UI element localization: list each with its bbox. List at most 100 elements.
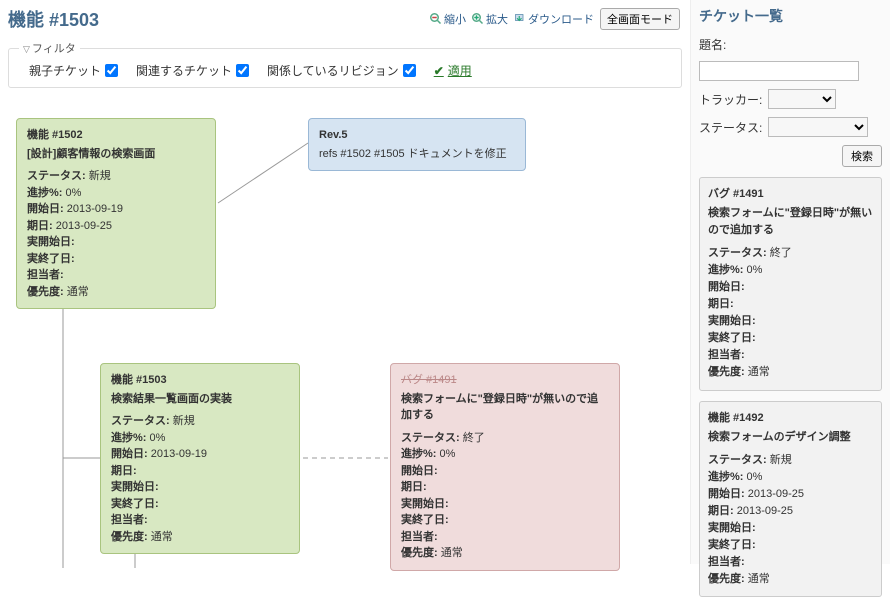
lbl-progress: 進捗%: [111, 432, 146, 444]
lbl-start: 開始日: [401, 465, 438, 477]
filter-fieldset: ▽フィルタ 親子チケット 関連するチケット 関係しているリビジョン ✔ 適用 [8, 40, 682, 88]
node-subject: 検索結果一覧画面の実装 [111, 391, 289, 408]
node-head: 機能 #1502 [27, 127, 205, 144]
filter-revisions-label: 関係しているリビジョン [267, 62, 399, 79]
status-select[interactable] [768, 117, 868, 137]
apply-label: 適用 [448, 62, 472, 79]
download-label: ダウンロード [528, 11, 594, 27]
lbl-assignee: 担当者: [401, 531, 438, 543]
graph-canvas[interactable]: 機能 #1502 [設計]顧客情報の検索画面 ステータス: 新規 進捗%: 0%… [8, 88, 682, 568]
lbl-due: 期日: [401, 481, 427, 493]
filter-tracker: トラッカー: [699, 89, 882, 109]
lbl-aend: 実終了日: [708, 332, 756, 344]
val-start: 2013-09-19 [67, 203, 123, 215]
sidebar-heading: チケット一覧 [699, 6, 882, 26]
lbl-assignee: 担当者: [111, 514, 148, 526]
ticket-node-1491[interactable]: バグ #1491 検索フォームに"登録日時"が無いので追加する ステータス: 終… [390, 363, 620, 571]
filter-revisions[interactable]: 関係しているリビジョン [267, 62, 416, 79]
zoom-out-link[interactable]: 縮小 [430, 11, 466, 27]
filter-legend[interactable]: ▽フィルタ [19, 40, 80, 56]
node-head: 機能 #1503 [111, 372, 289, 389]
collapse-icon: ▽ [23, 44, 30, 54]
val-start: 2013-09-25 [748, 488, 804, 500]
lbl-aend: 実終了日: [27, 253, 75, 265]
card-head: 機能 #1492 [708, 410, 873, 427]
filter-parent-child-checkbox[interactable] [105, 64, 118, 77]
lbl-status: ステータス: [111, 415, 170, 427]
val-progress: 0% [66, 187, 82, 199]
toolbar: 縮小 拡大 ダウンロード 全画面モード [430, 8, 680, 30]
filter-status: ステータス: [699, 117, 882, 137]
lbl-priority: 優先度: [401, 547, 438, 559]
lbl-status: ステータス: [708, 454, 767, 466]
tracker-label: トラッカー: [699, 91, 762, 108]
zoom-out-icon [430, 13, 442, 25]
card-head: バグ #1491 [708, 186, 873, 203]
lbl-astart: 実開始日: [401, 498, 449, 510]
apply-link[interactable]: ✔ 適用 [434, 62, 472, 79]
lbl-assignee: 担当者: [27, 269, 64, 281]
filter-related[interactable]: 関連するチケット [136, 62, 249, 79]
filter-related-checkbox[interactable] [236, 64, 249, 77]
val-priority: 通常 [151, 531, 173, 543]
ticket-node-1502[interactable]: 機能 #1502 [設計]顧客情報の検索画面 ステータス: 新規 進捗%: 0%… [16, 118, 216, 309]
ticket-card-1492[interactable]: 機能 #1492 検索フォームのデザイン調整 ステータス: 新規 進捗%: 0%… [699, 401, 882, 597]
val-due: 2013-09-25 [737, 505, 793, 517]
val-start: 2013-09-19 [151, 448, 207, 460]
card-subject: 検索フォームのデザイン調整 [708, 429, 873, 446]
lbl-aend: 実終了日: [401, 514, 449, 526]
node-head: Rev.5 [319, 127, 515, 144]
lbl-progress: 進捗%: [401, 448, 436, 460]
lbl-priority: 優先度: [27, 286, 64, 298]
lbl-astart: 実開始日: [708, 522, 756, 534]
check-icon: ✔ [434, 64, 444, 78]
revision-node-5[interactable]: Rev.5 refs #1502 #1505 ドキュメントを修正 [308, 118, 526, 171]
lbl-priority: 優先度: [708, 366, 745, 378]
download-link[interactable]: ダウンロード [514, 11, 594, 27]
lbl-astart: 実開始日: [708, 315, 756, 327]
lbl-astart: 実開始日: [27, 236, 75, 248]
val-progress: 0% [747, 471, 763, 483]
val-progress: 0% [150, 432, 166, 444]
filter-parent-child-label: 親子チケット [29, 62, 101, 79]
val-due: 2013-09-25 [56, 220, 112, 232]
lbl-astart: 実開始日: [111, 481, 159, 493]
lbl-priority: 優先度: [708, 573, 745, 585]
card-subject: 検索フォームに"登録日時"が無いので追加する [708, 205, 873, 239]
lbl-aend: 実終了日: [111, 498, 159, 510]
lbl-status: ステータス: [27, 170, 86, 182]
lbl-due: 期日: [111, 465, 137, 477]
tracker-select[interactable] [768, 89, 836, 109]
sidebar: チケット一覧 題名: トラッカー: ステータス: 検索 バグ #1491 検索フ… [690, 0, 890, 564]
lbl-start: 開始日: [708, 488, 745, 500]
filter-related-label: 関連するチケット [136, 62, 232, 79]
zoom-in-label: 拡大 [486, 11, 508, 27]
search-button[interactable]: 検索 [842, 145, 882, 167]
zoom-out-label: 縮小 [444, 11, 466, 27]
subject-input[interactable] [699, 61, 859, 81]
filter-subject: 題名: [699, 36, 882, 53]
node-head: バグ #1491 [401, 372, 609, 389]
ticket-card-1491[interactable]: バグ #1491 検索フォームに"登録日時"が無いので追加する ステータス: 終… [699, 177, 882, 391]
val-status: 終了 [770, 247, 792, 259]
lbl-start: 開始日: [27, 203, 64, 215]
lbl-progress: 進捗%: [708, 471, 743, 483]
lbl-due: 期日: [708, 505, 734, 517]
lbl-status: ステータス: [401, 432, 460, 444]
lbl-priority: 優先度: [111, 531, 148, 543]
lbl-aend: 実終了日: [708, 539, 756, 551]
val-status: 新規 [770, 454, 792, 466]
val-priority: 通常 [441, 547, 463, 559]
filter-parent-child[interactable]: 親子チケット [29, 62, 118, 79]
lbl-start: 開始日: [708, 281, 745, 293]
node-subject: 検索フォームに"登録日時"が無いので追加する [401, 391, 609, 424]
fullscreen-button[interactable]: 全画面モード [600, 8, 680, 30]
lbl-assignee: 担当者: [708, 556, 745, 568]
zoom-in-link[interactable]: 拡大 [472, 11, 508, 27]
val-progress: 0% [747, 264, 763, 276]
filter-legend-text: フィルタ [32, 43, 76, 55]
filter-revisions-checkbox[interactable] [403, 64, 416, 77]
ticket-node-1503[interactable]: 機能 #1503 検索結果一覧画面の実装 ステータス: 新規 進捗%: 0% 開… [100, 363, 300, 554]
lbl-due: 期日: [708, 298, 734, 310]
download-icon [514, 13, 526, 25]
